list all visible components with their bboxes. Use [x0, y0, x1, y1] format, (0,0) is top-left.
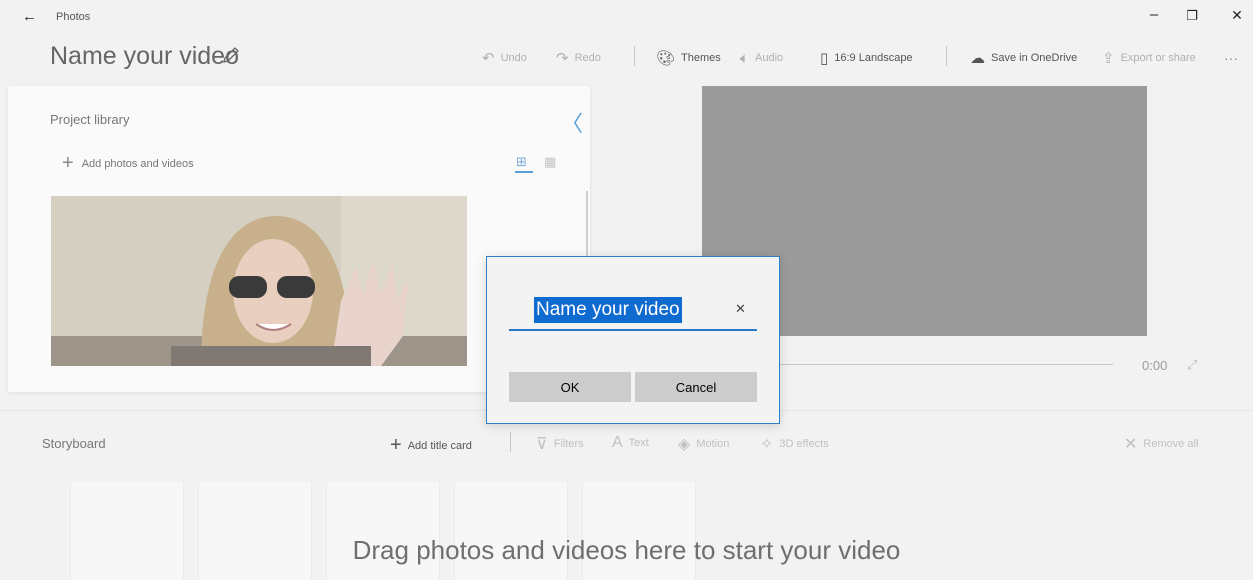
storyboard-title: Storyboard [42, 436, 106, 451]
storyboard-separator [510, 432, 511, 452]
back-arrow-icon[interactable]: ← [22, 8, 37, 25]
project-library-title: Project library [50, 112, 130, 127]
3d-effects-label: 3D effects [779, 438, 829, 450]
project-name[interactable]: Name your video [50, 42, 239, 71]
motion-icon: ◈ [678, 436, 691, 453]
export-share-button[interactable]: ⇪ Export or share [1102, 48, 1196, 68]
text-button[interactable]: A Text [612, 434, 649, 452]
filters-icon: ⊽ [536, 436, 548, 453]
playback-time: 0:00 [1142, 358, 1168, 373]
redo-label: Redo [574, 52, 601, 64]
themes-label: Themes [681, 52, 721, 64]
plus-icon: + [62, 152, 74, 174]
palette-icon: 🎨︎ [656, 50, 676, 67]
audio-label: Audio [755, 52, 784, 64]
motion-label: Motion [696, 438, 730, 450]
title-bar: ← Photos – ❐ ✕ [0, 0, 1253, 40]
aspect-ratio-label: 16:9 Landscape [834, 52, 913, 64]
app-title: Photos [56, 11, 91, 23]
audio-button[interactable]: 🔈︎ Audio [740, 48, 783, 68]
video-thumbnail[interactable] [51, 196, 467, 366]
close-icon[interactable]: ✕ [1225, 7, 1249, 24]
more-options-button[interactable]: ··· [1224, 48, 1238, 68]
remove-all-label: Remove all [1143, 438, 1199, 450]
small-grid-view-icon[interactable]: ▦ [544, 154, 556, 170]
redo-icon: ↷ [556, 50, 569, 67]
undo-label: Undo [500, 52, 527, 64]
motion-button[interactable]: ◈ Motion [678, 434, 729, 454]
cloud-upload-icon: ☁ [970, 50, 985, 67]
video-thumbnail-image [51, 196, 467, 366]
expand-icon[interactable]: ⤢ [1187, 357, 1197, 373]
export-share-label: Export or share [1120, 52, 1196, 64]
3d-effects-button[interactable]: ✧ 3D effects [760, 434, 829, 454]
rename-dialog: Name your video ✕ OK Cancel [486, 256, 780, 424]
add-photos-label: Add photos and videos [81, 157, 194, 170]
add-title-card-label: Add title card [407, 439, 472, 452]
3d-effects-icon: ✧ [760, 436, 774, 453]
undo-icon: ↶ [482, 50, 495, 67]
aspect-ratio-icon: ▯ [820, 50, 829, 67]
add-title-card-button[interactable]: + Add title card [390, 434, 472, 457]
playback-scrubber[interactable] [780, 364, 1113, 365]
cancel-button[interactable]: Cancel [635, 372, 757, 402]
pencil-edit-icon[interactable] [220, 44, 242, 66]
large-grid-view-icon[interactable]: ⊞ [516, 154, 527, 170]
filters-button[interactable]: ⊽ Filters [536, 434, 584, 454]
aspect-ratio-button[interactable]: ▯ 16:9 Landscape [820, 48, 913, 68]
undo-button[interactable]: ↶ Undo [482, 48, 527, 68]
share-icon: ⇪ [1102, 50, 1115, 67]
x-icon: ✕ [1124, 436, 1138, 453]
video-name-input-value: Name your video [534, 297, 682, 323]
restore-icon[interactable]: ❐ [1180, 8, 1204, 24]
save-onedrive-button[interactable]: ☁ Save in OneDrive [970, 48, 1077, 68]
clear-input-icon[interactable]: ✕ [735, 301, 746, 317]
video-name-input[interactable]: Name your video [509, 295, 757, 331]
collapse-chevron-icon[interactable]: 〈 [561, 106, 583, 138]
toolbar-separator [946, 46, 947, 66]
save-onedrive-label: Save in OneDrive [991, 52, 1078, 64]
storyboard-drop-hint: Drag photos and videos here to start you… [352, 535, 901, 565]
active-view-indicator [515, 171, 533, 173]
plus-icon: + [390, 434, 402, 456]
redo-button[interactable]: ↷ Redo [556, 48, 601, 68]
text-icon: A [612, 434, 623, 451]
ok-button[interactable]: OK [509, 372, 631, 402]
remove-all-button[interactable]: ✕ Remove all [1124, 434, 1198, 454]
speaker-icon: 🔈︎ [740, 49, 750, 67]
filters-label: Filters [553, 438, 584, 450]
toolbar-separator [634, 46, 635, 66]
minimize-icon[interactable]: – [1142, 6, 1166, 23]
text-label: Text [628, 437, 649, 449]
add-photos-button[interactable]: + Add photos and videos [62, 152, 194, 175]
themes-button[interactable]: 🎨︎ Themes [656, 48, 721, 68]
